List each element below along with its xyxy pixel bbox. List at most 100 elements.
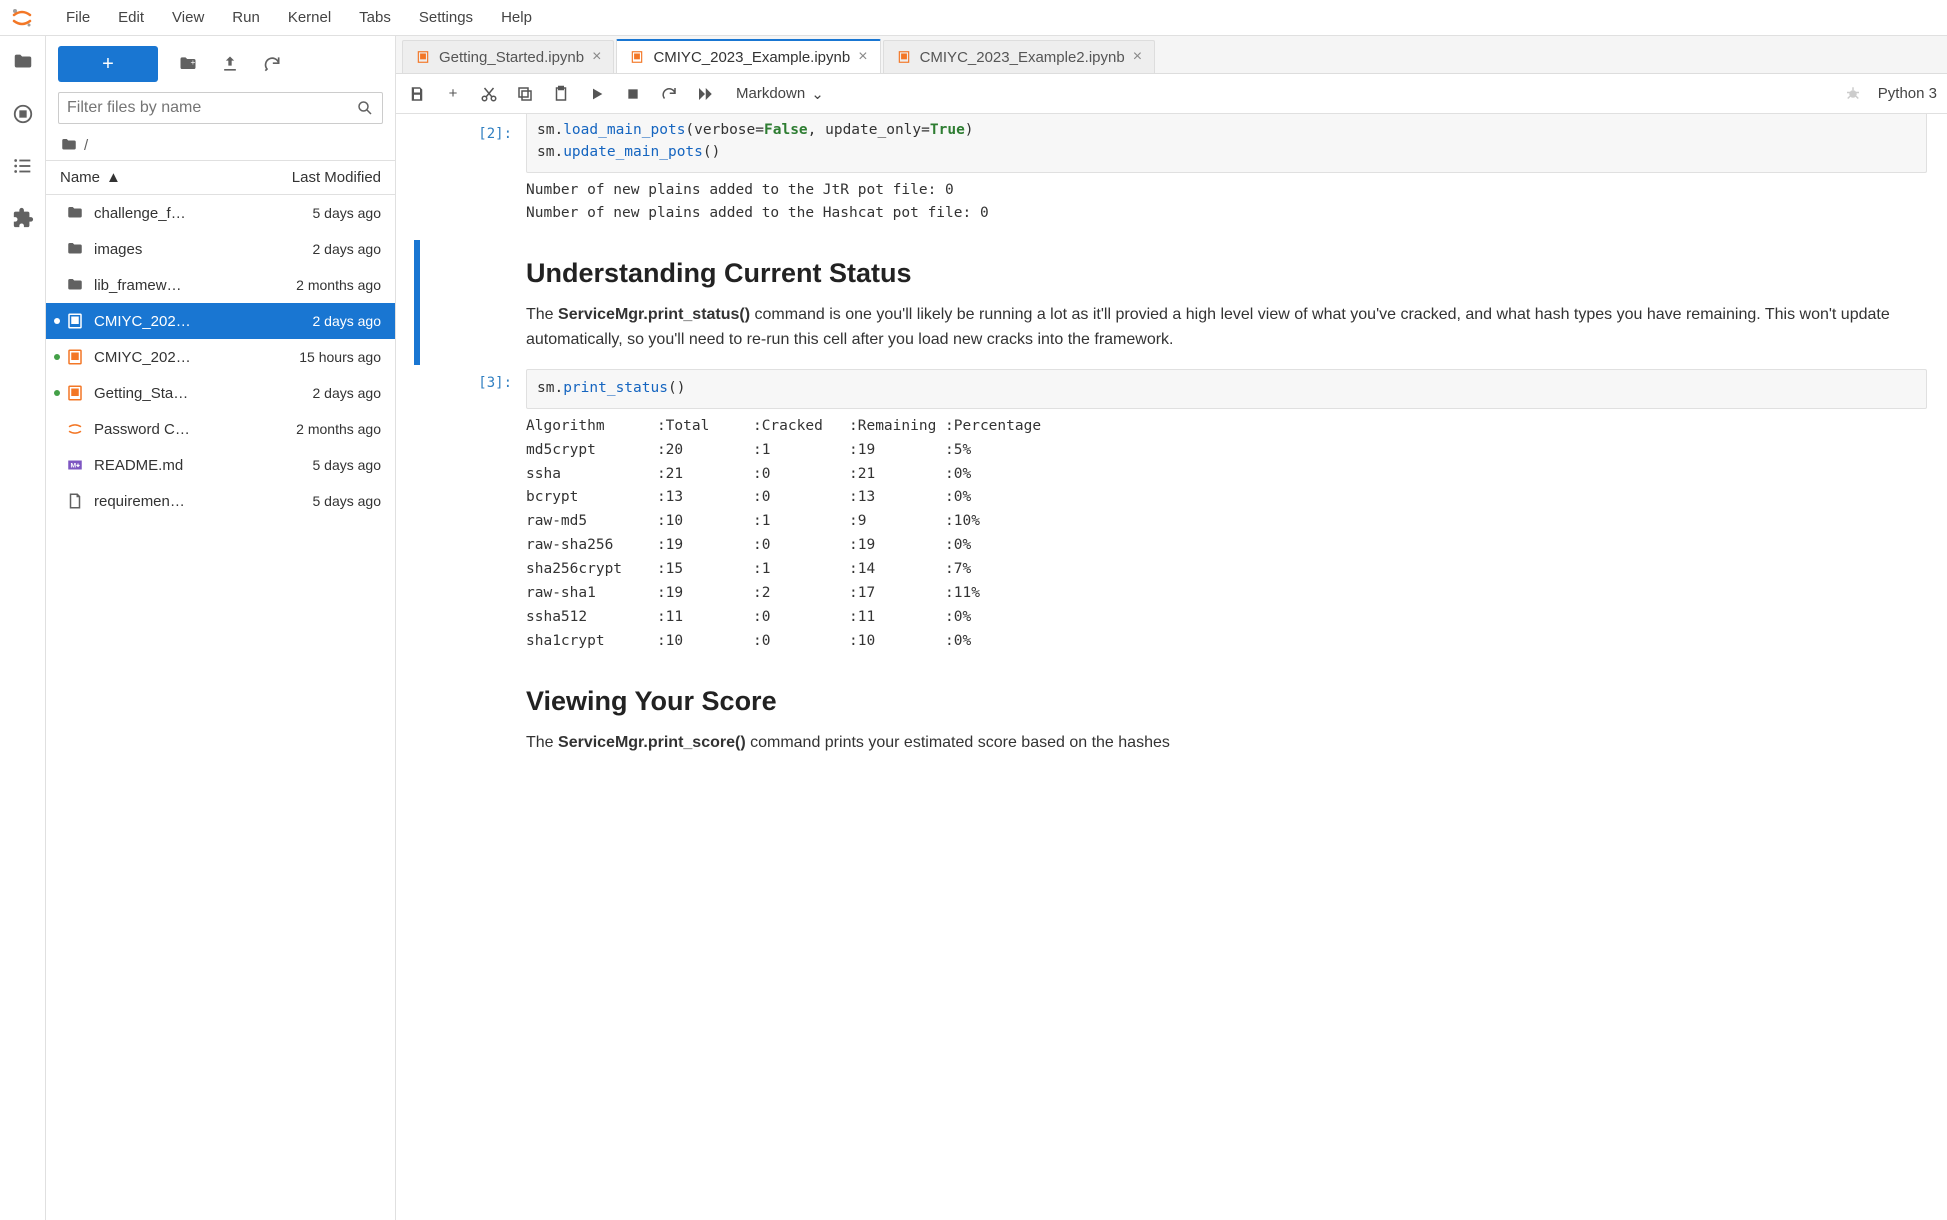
code-input[interactable]: sm.print_status() xyxy=(526,369,1927,409)
close-icon[interactable]: × xyxy=(1133,48,1142,66)
stop-icon[interactable] xyxy=(622,83,644,105)
paste-icon[interactable] xyxy=(550,83,572,105)
tab-label: CMIYC_2023_Example.ipynb xyxy=(653,49,850,66)
search-icon xyxy=(356,99,374,117)
cell-prompt: [3]: xyxy=(436,369,526,664)
file-name: README.md xyxy=(94,457,261,474)
run-icon[interactable] xyxy=(586,83,608,105)
code-cell[interactable]: [2]: sm.load_main_pots(verbose=False, up… xyxy=(436,120,1927,236)
file-row[interactable]: Password C… 2 months ago xyxy=(46,411,395,447)
svg-text:+: + xyxy=(191,57,196,67)
breadcrumb[interactable]: / xyxy=(46,130,395,160)
folder-icon xyxy=(64,238,86,260)
notebook-icon xyxy=(64,310,86,332)
folder-icon xyxy=(64,274,86,296)
file-modified: 5 days ago xyxy=(261,205,381,221)
filter-input[interactable] xyxy=(67,99,356,117)
file-modified: 2 months ago xyxy=(261,421,381,437)
file-modified: 2 months ago xyxy=(261,277,381,293)
close-icon[interactable]: × xyxy=(592,48,601,66)
debugger-icon[interactable] xyxy=(1842,83,1864,105)
tab-label: Getting_Started.ipynb xyxy=(439,49,584,66)
breadcrumb-root: / xyxy=(84,137,88,154)
add-cell-icon[interactable]: + xyxy=(442,83,464,105)
sort-by-modified[interactable]: Last Modified xyxy=(251,169,381,186)
folder-icon[interactable] xyxy=(11,50,35,74)
markdown-cell[interactable]: Understanding Current Status The Service… xyxy=(436,240,1927,365)
notebook-body: [2]: sm.load_main_pots(verbose=False, up… xyxy=(396,114,1947,1220)
status-dot xyxy=(54,390,60,396)
notebook-toolbar: + Markdown ⌄ Python 3 xyxy=(396,74,1947,114)
tab[interactable]: Getting_Started.ipynb × xyxy=(402,40,614,73)
copy-icon[interactable] xyxy=(514,83,536,105)
status-dot xyxy=(54,318,60,324)
code-input[interactable]: sm.load_main_pots(verbose=False, update_… xyxy=(526,114,1927,173)
file-modified: 5 days ago xyxy=(261,493,381,509)
markdown-cell[interactable]: Viewing Your Score The ServiceMgr.print_… xyxy=(436,668,1927,768)
close-icon[interactable]: × xyxy=(858,48,867,66)
file-name: requiremen… xyxy=(94,493,261,510)
file-name: CMIYC_202… xyxy=(94,313,261,330)
cell-output: Number of new plains added to the JtR po… xyxy=(526,173,1927,237)
file-list: challenge_f… 5 days ago images 2 days ag… xyxy=(46,195,395,1220)
file-name: CMIYC_202… xyxy=(94,349,261,366)
file-modified: 15 hours ago xyxy=(261,349,381,365)
file-row[interactable]: CMIYC_202… 15 hours ago xyxy=(46,339,395,375)
menu-settings[interactable]: Settings xyxy=(405,3,487,32)
file-name: Password C… xyxy=(94,421,261,438)
file-row[interactable]: requiremen… 5 days ago xyxy=(46,483,395,519)
cut-icon[interactable] xyxy=(478,83,500,105)
file-browser: + + / Name ▲ Last Modified challenge xyxy=(46,36,396,1220)
file-icon xyxy=(64,490,86,512)
extensions-icon[interactable] xyxy=(11,206,35,230)
running-icon[interactable] xyxy=(11,102,35,126)
file-name: lib_framew… xyxy=(94,277,261,294)
file-row[interactable]: images 2 days ago xyxy=(46,231,395,267)
markdown-icon: M xyxy=(64,454,86,476)
save-icon[interactable] xyxy=(406,83,428,105)
file-row[interactable]: Getting_Sta… 2 days ago xyxy=(46,375,395,411)
notebook-icon xyxy=(64,382,86,404)
file-row[interactable]: challenge_f… 5 days ago xyxy=(46,195,395,231)
file-row[interactable]: CMIYC_202… 2 days ago xyxy=(46,303,395,339)
refresh-icon[interactable] xyxy=(260,52,284,76)
file-row[interactable]: lib_framew… 2 months ago xyxy=(46,267,395,303)
file-filter[interactable] xyxy=(58,92,383,124)
menu-file[interactable]: File xyxy=(52,3,104,32)
file-modified: 2 days ago xyxy=(261,241,381,257)
notebook-icon xyxy=(415,49,431,65)
cell-prompt: [2]: xyxy=(436,120,526,236)
tab[interactable]: CMIYC_2023_Example2.ipynb × xyxy=(883,40,1155,73)
chevron-down-icon: ⌄ xyxy=(811,85,824,103)
activity-bar xyxy=(0,36,46,1220)
toc-icon[interactable] xyxy=(11,154,35,178)
md-paragraph: The ServiceMgr.print_score() command pri… xyxy=(526,731,1927,756)
code-cell[interactable]: [3]: sm.print_status() Algorithm :Total … xyxy=(436,369,1927,664)
menu-edit[interactable]: Edit xyxy=(104,3,158,32)
restart-icon[interactable] xyxy=(658,83,680,105)
new-launcher-button[interactable]: + xyxy=(58,46,158,82)
menu-tabs[interactable]: Tabs xyxy=(345,3,405,32)
md-heading: Understanding Current Status xyxy=(526,258,1927,289)
cell-type-select[interactable]: Markdown ⌄ xyxy=(730,83,830,105)
file-list-header: Name ▲ Last Modified xyxy=(46,160,395,195)
menu-kernel[interactable]: Kernel xyxy=(274,3,345,32)
menu-view[interactable]: View xyxy=(158,3,218,32)
file-modified: 2 days ago xyxy=(261,385,381,401)
cell-output: Algorithm :Total :Cracked :Remaining :Pe… xyxy=(526,409,1927,664)
menu-help[interactable]: Help xyxy=(487,3,546,32)
upload-icon[interactable] xyxy=(218,52,242,76)
tab-bar: Getting_Started.ipynb × CMIYC_2023_Examp… xyxy=(396,36,1947,74)
kernel-name[interactable]: Python 3 xyxy=(1878,85,1937,102)
tab[interactable]: CMIYC_2023_Example.ipynb × xyxy=(616,39,880,73)
menu-run[interactable]: Run xyxy=(218,3,274,32)
file-modified: 5 days ago xyxy=(261,457,381,473)
svg-text:M: M xyxy=(71,462,77,469)
file-name: challenge_f… xyxy=(94,205,261,222)
notebook-icon xyxy=(64,346,86,368)
file-row[interactable]: M README.md 5 days ago xyxy=(46,447,395,483)
run-all-icon[interactable] xyxy=(694,83,716,105)
new-folder-icon[interactable]: + xyxy=(176,52,200,76)
md-paragraph: The ServiceMgr.print_status() command is… xyxy=(526,303,1927,353)
sort-by-name[interactable]: Name ▲ xyxy=(60,169,251,186)
